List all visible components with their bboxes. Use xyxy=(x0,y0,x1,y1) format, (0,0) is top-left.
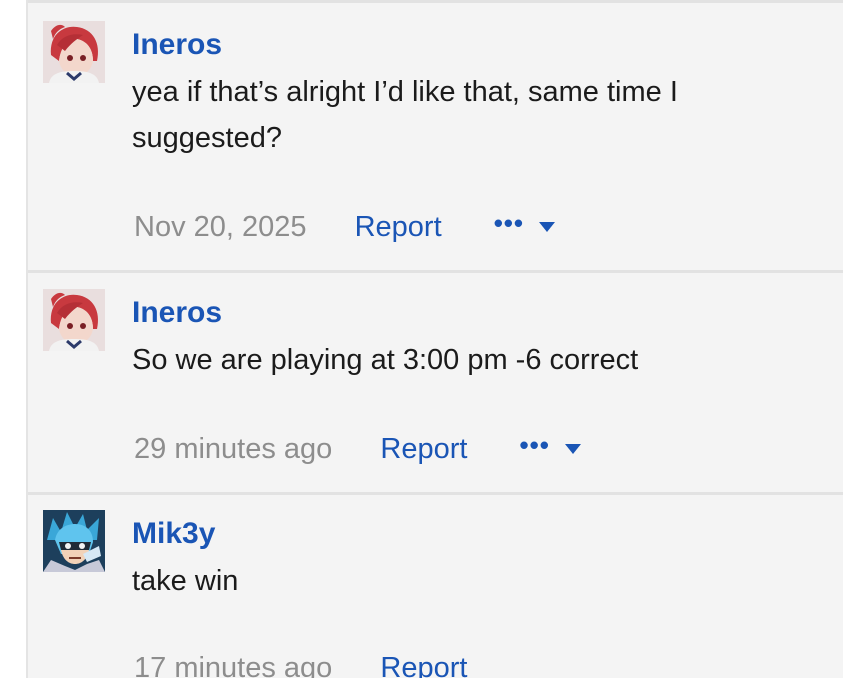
post-timestamp[interactable]: Nov 20, 2025 xyxy=(134,211,307,243)
anime-girl-red-hair-icon xyxy=(43,21,105,83)
report-link[interactable]: Report xyxy=(380,433,467,465)
message-thread: Ineros yea if that’s alright I’d like th… xyxy=(26,0,843,678)
message-post: Ineros yea if that’s alright I’d like th… xyxy=(28,0,843,270)
post-author-link[interactable]: Ineros xyxy=(132,295,222,331)
post-meta: 17 minutes ago Report xyxy=(134,648,467,678)
anime-boy-blue-hair-icon xyxy=(43,510,105,572)
message-post: Mik3y take win 17 minutes ago Report xyxy=(28,492,843,678)
post-meta: Nov 20, 2025 Report ••• xyxy=(134,203,556,243)
post-meta: 29 minutes ago Report ••• xyxy=(134,425,581,465)
message-post: Ineros So we are playing at 3:00 pm -6 c… xyxy=(28,270,843,492)
avatar[interactable] xyxy=(43,21,105,83)
post-timestamp[interactable]: 29 minutes ago xyxy=(134,433,332,465)
post-message: So we are playing at 3:00 pm -6 correct xyxy=(132,344,639,376)
ellipsis-icon: ••• xyxy=(493,208,524,238)
post-message: take win xyxy=(132,565,239,597)
report-link[interactable]: Report xyxy=(355,211,442,243)
ellipsis-icon: ••• xyxy=(519,430,550,460)
avatar[interactable] xyxy=(43,289,105,351)
caret-down-icon xyxy=(539,222,556,232)
avatar[interactable] xyxy=(43,510,105,572)
anime-girl-red-hair-icon xyxy=(43,289,105,351)
post-author-link[interactable]: Ineros xyxy=(132,27,222,63)
more-options-button[interactable]: ••• xyxy=(493,203,556,247)
post-timestamp[interactable]: 17 minutes ago xyxy=(134,652,332,678)
post-message: yea if that’s alright I’d like that, sam… xyxy=(132,76,678,154)
caret-down-icon xyxy=(564,444,581,454)
report-link[interactable]: Report xyxy=(380,652,467,678)
post-author-link[interactable]: Mik3y xyxy=(132,516,215,552)
more-options-button[interactable]: ••• xyxy=(519,425,581,469)
